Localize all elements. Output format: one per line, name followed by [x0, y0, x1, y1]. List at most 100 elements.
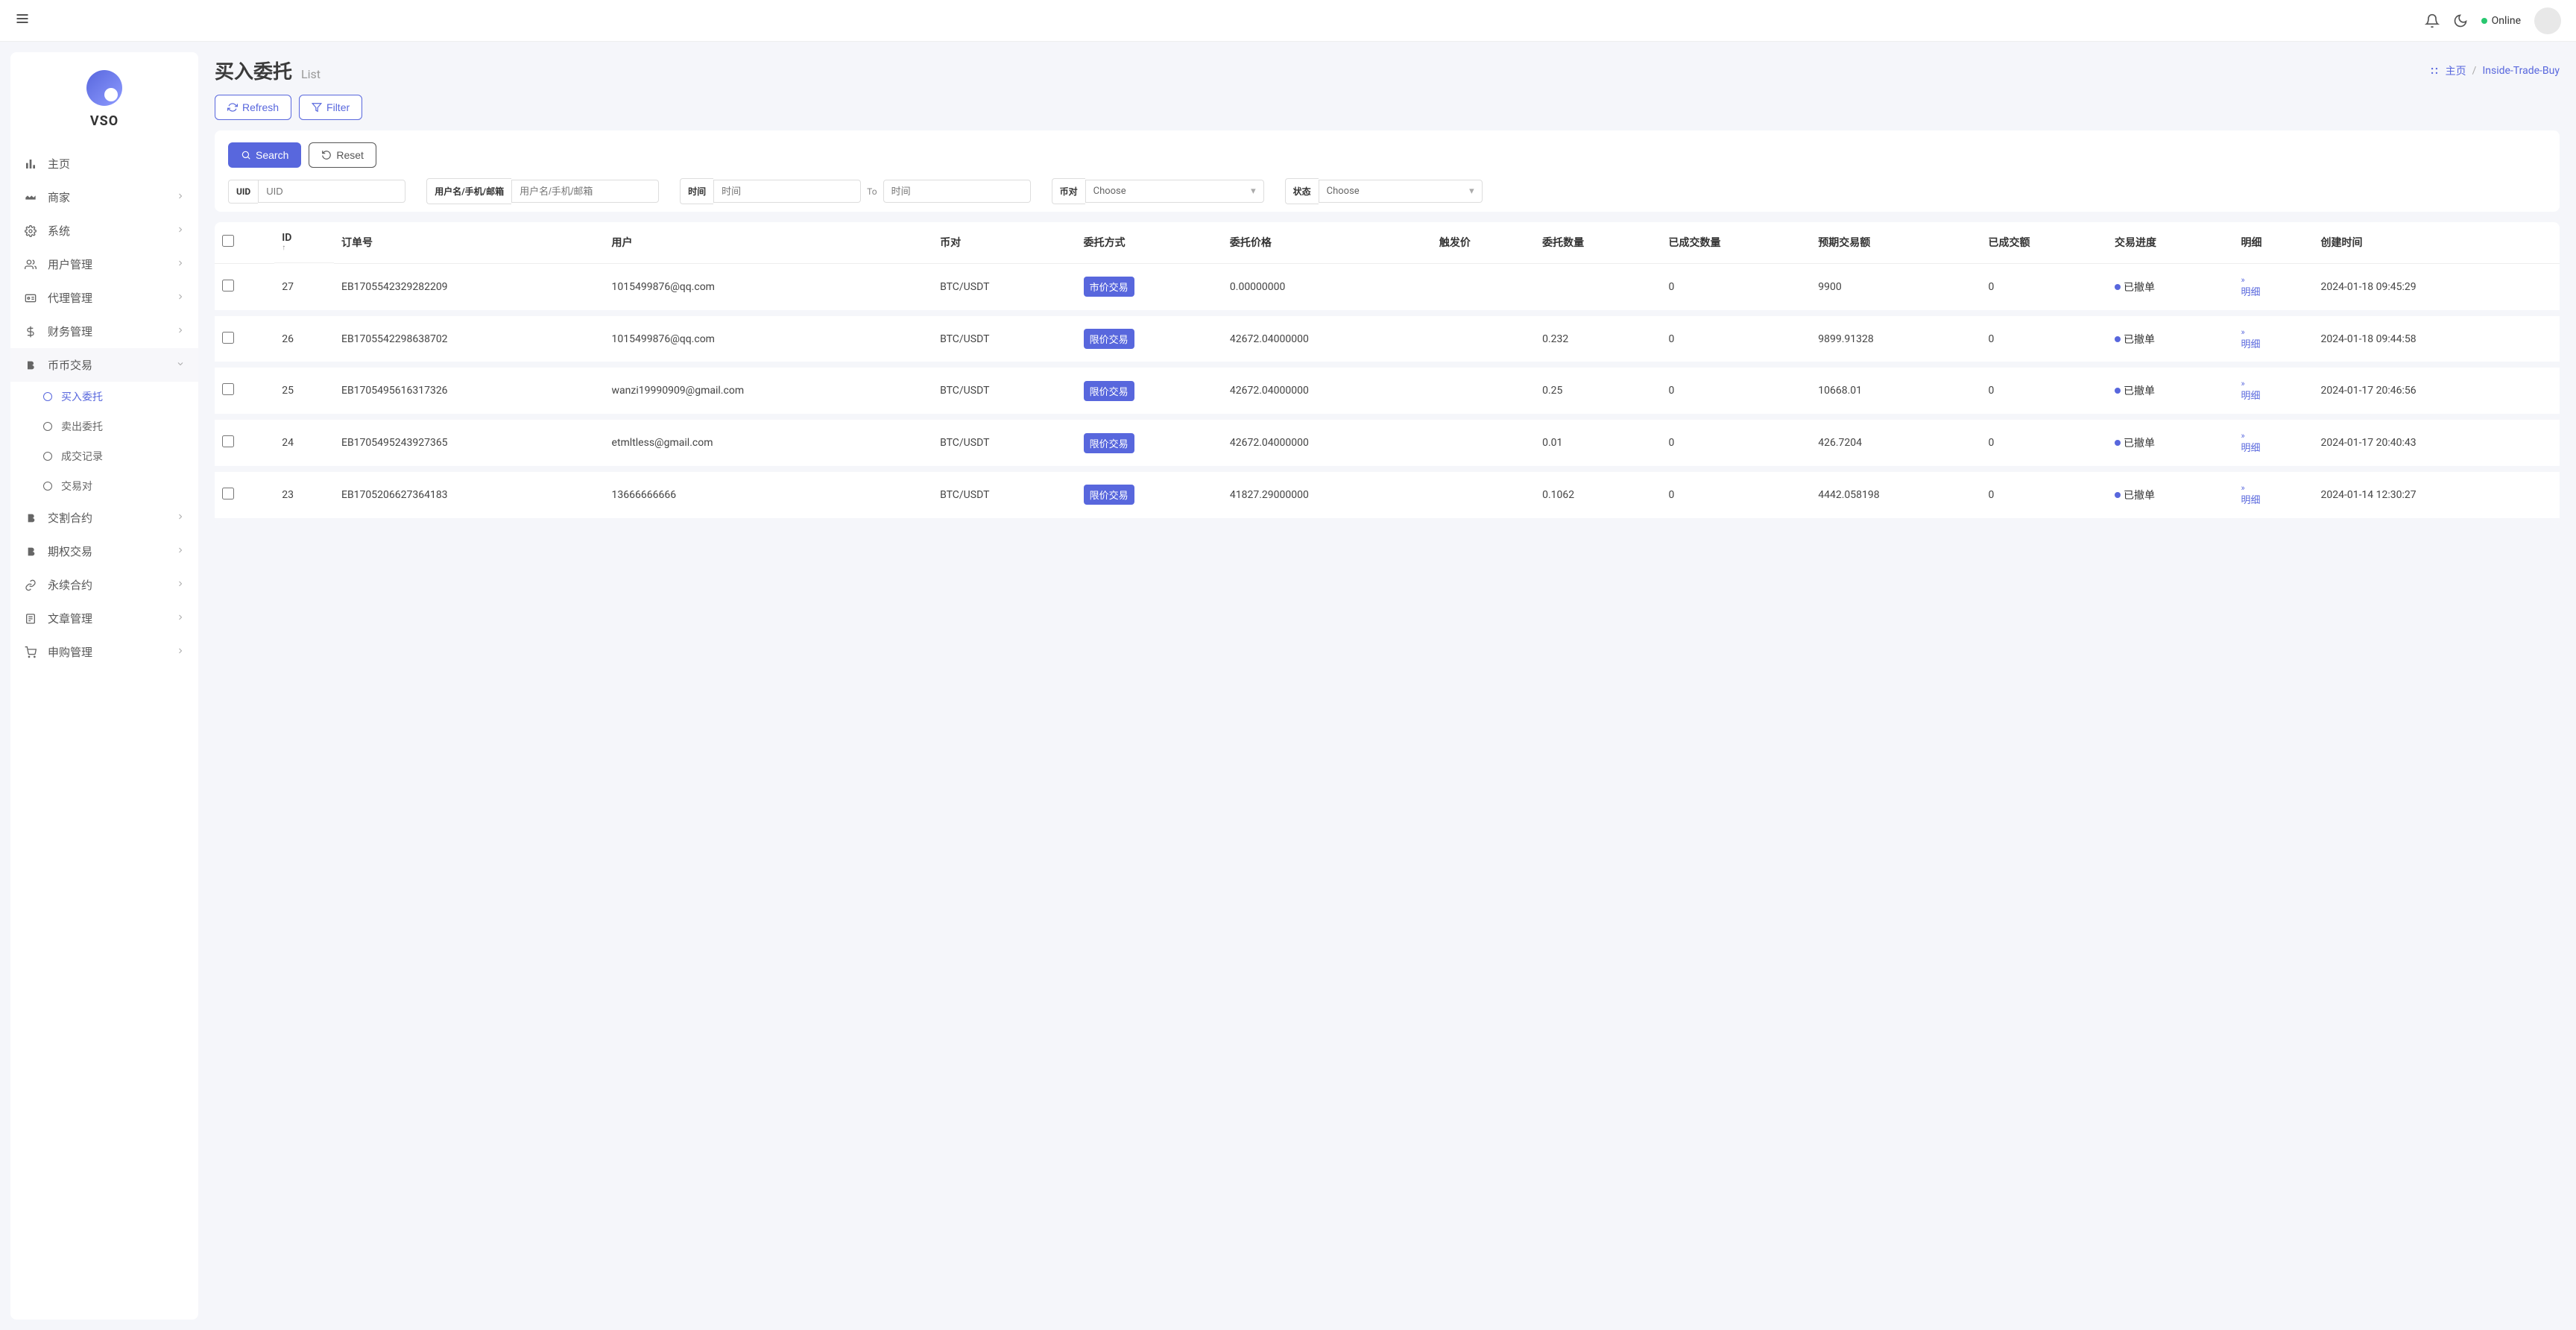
filter-pair: 币对 Choose ▾	[1052, 178, 1264, 204]
cell-price: 42672.04000000	[1222, 313, 1432, 365]
refresh-button[interactable]: Refresh	[215, 95, 291, 120]
status-text: 已撤单	[2124, 488, 2155, 502]
sidebar-item[interactable]: 用户管理	[10, 248, 198, 281]
sidebar-subitem[interactable]: 成交记录	[10, 441, 198, 471]
row-checkbox[interactable]	[222, 280, 234, 291]
cell-order-type: 限价交易	[1076, 313, 1222, 365]
cell-expected: 9900	[1811, 263, 1980, 312]
filter-button[interactable]: Filter	[299, 95, 362, 120]
filter-to-label: To	[861, 186, 883, 197]
sidebar-subitem[interactable]: 卖出委托	[10, 412, 198, 441]
sidebar-item-label: 文章管理	[48, 611, 165, 626]
cell-status: 已撤单	[2107, 365, 2233, 417]
cell-detail: »明细	[2233, 365, 2313, 417]
sidebar-item[interactable]: 申购管理	[10, 635, 198, 669]
cell-filled-qty: 0	[1661, 313, 1811, 365]
sidebar-item[interactable]: 永续合约	[10, 568, 198, 602]
th-filled-amt[interactable]: 已成交额	[1981, 222, 2107, 263]
chevron-right-icon	[176, 512, 185, 524]
time-to-input[interactable]	[883, 180, 1031, 203]
sidebar-item[interactable]: 主页	[10, 147, 198, 180]
row-checkbox[interactable]	[222, 332, 234, 344]
doc-icon	[24, 613, 37, 625]
cell-filled-amt: 0	[1981, 417, 2107, 469]
th-pair[interactable]: 币对	[932, 222, 1076, 263]
th-id[interactable]: ID ↑	[274, 222, 334, 263]
sidebar-item[interactable]: 币币交易	[10, 348, 198, 382]
search-button[interactable]: Search	[228, 142, 301, 168]
page-subtitle: List	[301, 67, 321, 81]
cell-status: 已撤单	[2107, 263, 2233, 312]
sidebar-item[interactable]: 文章管理	[10, 602, 198, 635]
th-status[interactable]: 交易进度	[2107, 222, 2233, 263]
th-expected[interactable]: 预期交易额	[1811, 222, 1980, 263]
breadcrumb-current[interactable]: Inside-Trade-Buy	[2482, 65, 2560, 77]
sidebar-item[interactable]: 系统	[10, 214, 198, 248]
chevron-right-icon	[176, 613, 185, 625]
detail-link[interactable]: »明细	[2241, 430, 2305, 456]
dashboard-icon	[2429, 66, 2440, 76]
circle-icon	[43, 452, 52, 461]
theme-toggle-icon[interactable]	[2453, 13, 2468, 28]
row-checkbox[interactable]	[222, 435, 234, 447]
cell-expected: 426.7204	[1811, 417, 1980, 469]
select-all-checkbox[interactable]	[222, 235, 234, 247]
cell-trigger	[1432, 365, 1535, 417]
detail-link[interactable]: »明细	[2241, 327, 2305, 352]
cell-detail: »明细	[2233, 417, 2313, 469]
brand-logo-icon	[86, 70, 122, 106]
th-trigger[interactable]: 触发价	[1432, 222, 1535, 263]
detail-link[interactable]: »明细	[2241, 482, 2305, 508]
main-content: 买入委托 List 主页 / Inside-Trade-Buy Refresh	[198, 42, 2576, 1330]
cell-filled-qty: 0	[1661, 365, 1811, 417]
cell-order-no: EB1705542298638702	[334, 313, 604, 365]
user-input[interactable]	[511, 180, 659, 203]
chevron-right-icon	[176, 326, 185, 338]
chevron-down-icon	[176, 359, 185, 371]
link-icon	[24, 579, 37, 591]
status-dot-icon	[2115, 440, 2121, 446]
sidebar-item[interactable]: 财务管理	[10, 315, 198, 348]
filter-user: 用户名/手机/邮箱	[426, 178, 659, 204]
time-from-input[interactable]	[713, 180, 861, 203]
breadcrumb-home[interactable]: 主页	[2446, 63, 2466, 78]
menu-toggle-icon[interactable]	[15, 11, 30, 30]
cell-user: wanzi19990909@gmail.com	[604, 365, 933, 417]
sidebar-subitem-label: 成交记录	[61, 449, 103, 464]
chevron-right-icon: »	[2241, 327, 2244, 337]
detail-link[interactable]: »明细	[2241, 274, 2305, 300]
sidebar-item[interactable]: 期权交易	[10, 535, 198, 568]
th-detail[interactable]: 明细	[2233, 222, 2313, 263]
pair-select[interactable]: Choose ▾	[1085, 180, 1264, 203]
th-filled-qty[interactable]: 已成交数量	[1661, 222, 1811, 263]
th-price[interactable]: 委托价格	[1222, 222, 1432, 263]
th-order-type[interactable]: 委托方式	[1076, 222, 1222, 263]
th-order-no[interactable]: 订单号	[334, 222, 604, 263]
sort-arrow-icon: ↑	[282, 244, 326, 252]
th-created[interactable]: 创建时间	[2313, 222, 2560, 263]
chevron-down-icon: ▾	[1469, 186, 1474, 197]
sidebar-item[interactable]: 交割合约	[10, 501, 198, 535]
th-qty[interactable]: 委托数量	[1535, 222, 1661, 263]
sidebar-item[interactable]: 代理管理	[10, 281, 198, 315]
sidebar-subitem[interactable]: 买入委托	[10, 382, 198, 412]
cell-trigger	[1432, 313, 1535, 365]
sidebar-item[interactable]: 商家	[10, 180, 198, 214]
reset-button[interactable]: Reset	[309, 142, 376, 168]
uid-input[interactable]	[258, 180, 405, 203]
cell-id: 27	[274, 263, 334, 312]
th-user[interactable]: 用户	[604, 222, 933, 263]
avatar[interactable]	[2534, 7, 2561, 34]
row-checkbox[interactable]	[222, 488, 234, 499]
sidebar-subitem[interactable]: 交易对	[10, 471, 198, 501]
notifications-icon[interactable]	[2425, 13, 2440, 28]
cell-detail: »明细	[2233, 263, 2313, 312]
id-card-icon	[24, 292, 37, 304]
cell-pair: BTC/USDT	[932, 313, 1076, 365]
sidebar-item-label: 系统	[48, 223, 165, 239]
page-title: 买入委托	[215, 57, 292, 84]
row-checkbox[interactable]	[222, 383, 234, 395]
detail-link[interactable]: »明细	[2241, 378, 2305, 403]
order-type-badge: 市价交易	[1084, 277, 1134, 297]
status-select[interactable]: Choose ▾	[1319, 180, 1483, 203]
